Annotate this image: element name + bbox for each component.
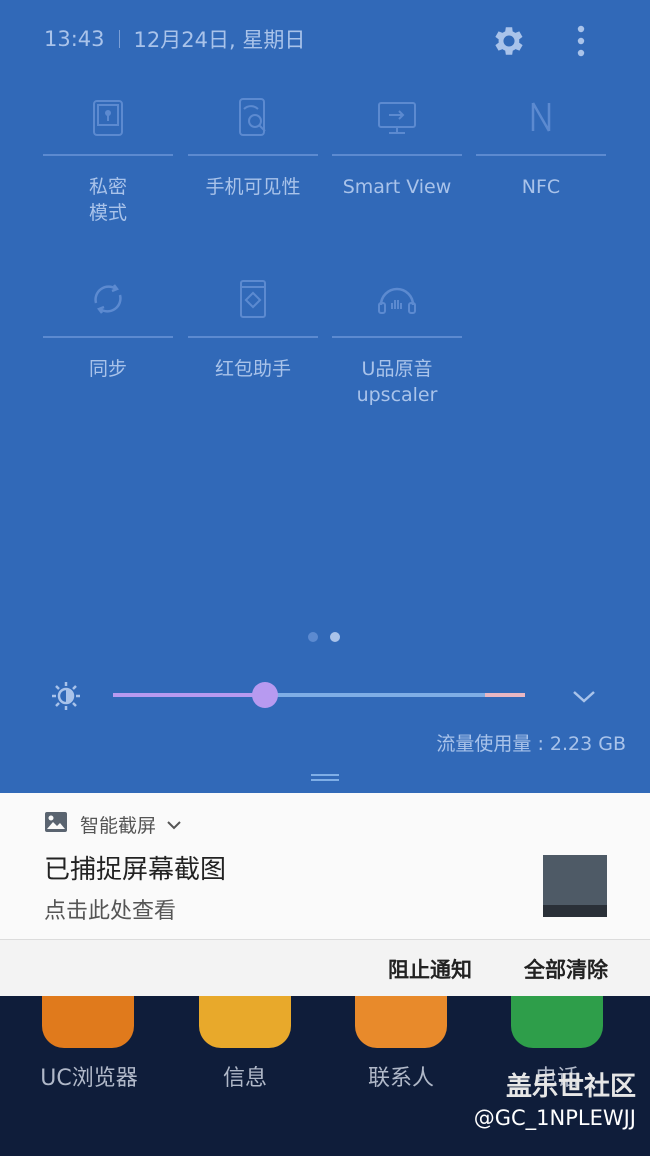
phone-visibility-icon	[188, 88, 318, 146]
notification-actions: 阻止通知 全部清除	[0, 939, 650, 997]
page-indicator	[308, 632, 340, 642]
tile-red-envelope[interactable]: 红包助手	[188, 270, 318, 382]
page-dot-active	[330, 632, 340, 642]
red-envelope-icon	[188, 270, 318, 328]
quick-settings-panel: 13:43 12月24日, 星期日 私密 模式 手机可见性 Smart View	[0, 0, 650, 793]
drag-handle[interactable]	[311, 774, 339, 784]
tile-label: 手机可见性	[205, 176, 301, 198]
tile-label: 红包助手	[214, 358, 291, 380]
tile-phone-visibility[interactable]: 手机可见性	[188, 88, 318, 200]
uc-browser-app-icon[interactable]	[42, 996, 134, 1048]
brightness-icon[interactable]	[50, 680, 82, 716]
app-label-uc-browser: UC浏览器	[40, 1066, 138, 1091]
image-icon	[44, 811, 68, 838]
notification-card[interactable]: 智能截屏 已捕捉屏幕截图 点击此处查看	[0, 793, 650, 939]
tile-label: 同步	[88, 358, 127, 380]
tile-smart-view[interactable]: Smart View	[332, 88, 462, 200]
notification-app-name: 智能截屏	[80, 815, 157, 837]
private-mode-icon	[43, 88, 173, 146]
smart-view-icon	[332, 88, 462, 146]
tile-label: U品原音 upscaler	[356, 358, 438, 406]
notification-text: 点击此处查看	[44, 899, 177, 924]
phone-app-icon[interactable]	[511, 996, 603, 1048]
messages-app-icon[interactable]	[199, 996, 291, 1048]
tile-label: 私密 模式	[88, 176, 127, 224]
screenshot-thumbnail[interactable]	[543, 855, 607, 917]
more-options-icon[interactable]	[568, 22, 594, 64]
app-label-messages: 信息	[222, 1066, 267, 1091]
slider-track-end	[485, 693, 525, 697]
block-notifications-button[interactable]: 阻止通知	[370, 940, 490, 997]
app-label-contacts: 联系人	[367, 1066, 434, 1091]
separator	[118, 30, 120, 48]
tile-nfc[interactable]: NFC	[476, 88, 606, 200]
watermark-site: 盖乐世社区	[505, 1072, 636, 1102]
clear-all-button[interactable]: 全部清除	[506, 940, 626, 997]
settings-gear-icon[interactable]	[490, 22, 528, 64]
contacts-app-icon[interactable]	[355, 996, 447, 1048]
slider-track	[265, 693, 485, 697]
status-bar: 13:43 12月24日, 星期日	[44, 24, 305, 54]
watermark-user: @GC_1NPLEWJJ	[473, 1106, 636, 1130]
brightness-slider[interactable]	[113, 682, 525, 708]
tile-private-mode[interactable]: 私密 模式	[43, 88, 173, 226]
notification-header: 智能截屏	[44, 811, 182, 838]
nfc-icon	[476, 88, 606, 146]
slider-thumb[interactable]	[252, 682, 278, 708]
tile-label: NFC	[521, 176, 561, 198]
clock: 13:43	[44, 27, 105, 51]
data-usage-text: 流量使用量 : 2.23 GB	[436, 733, 626, 755]
page-dot	[308, 632, 318, 642]
notification-title: 已捕捉屏幕截图	[44, 855, 227, 885]
upscaler-icon	[332, 270, 462, 328]
chevron-down-icon[interactable]	[571, 684, 597, 712]
tile-sync[interactable]: 同步	[43, 270, 173, 382]
tile-label: Smart View	[342, 176, 452, 198]
chevron-down-icon[interactable]	[166, 814, 182, 836]
sync-icon	[43, 270, 173, 328]
tile-upscaler[interactable]: U品原音 upscaler	[332, 270, 462, 408]
date: 12月24日, 星期日	[133, 28, 306, 52]
slider-fill	[113, 693, 265, 697]
